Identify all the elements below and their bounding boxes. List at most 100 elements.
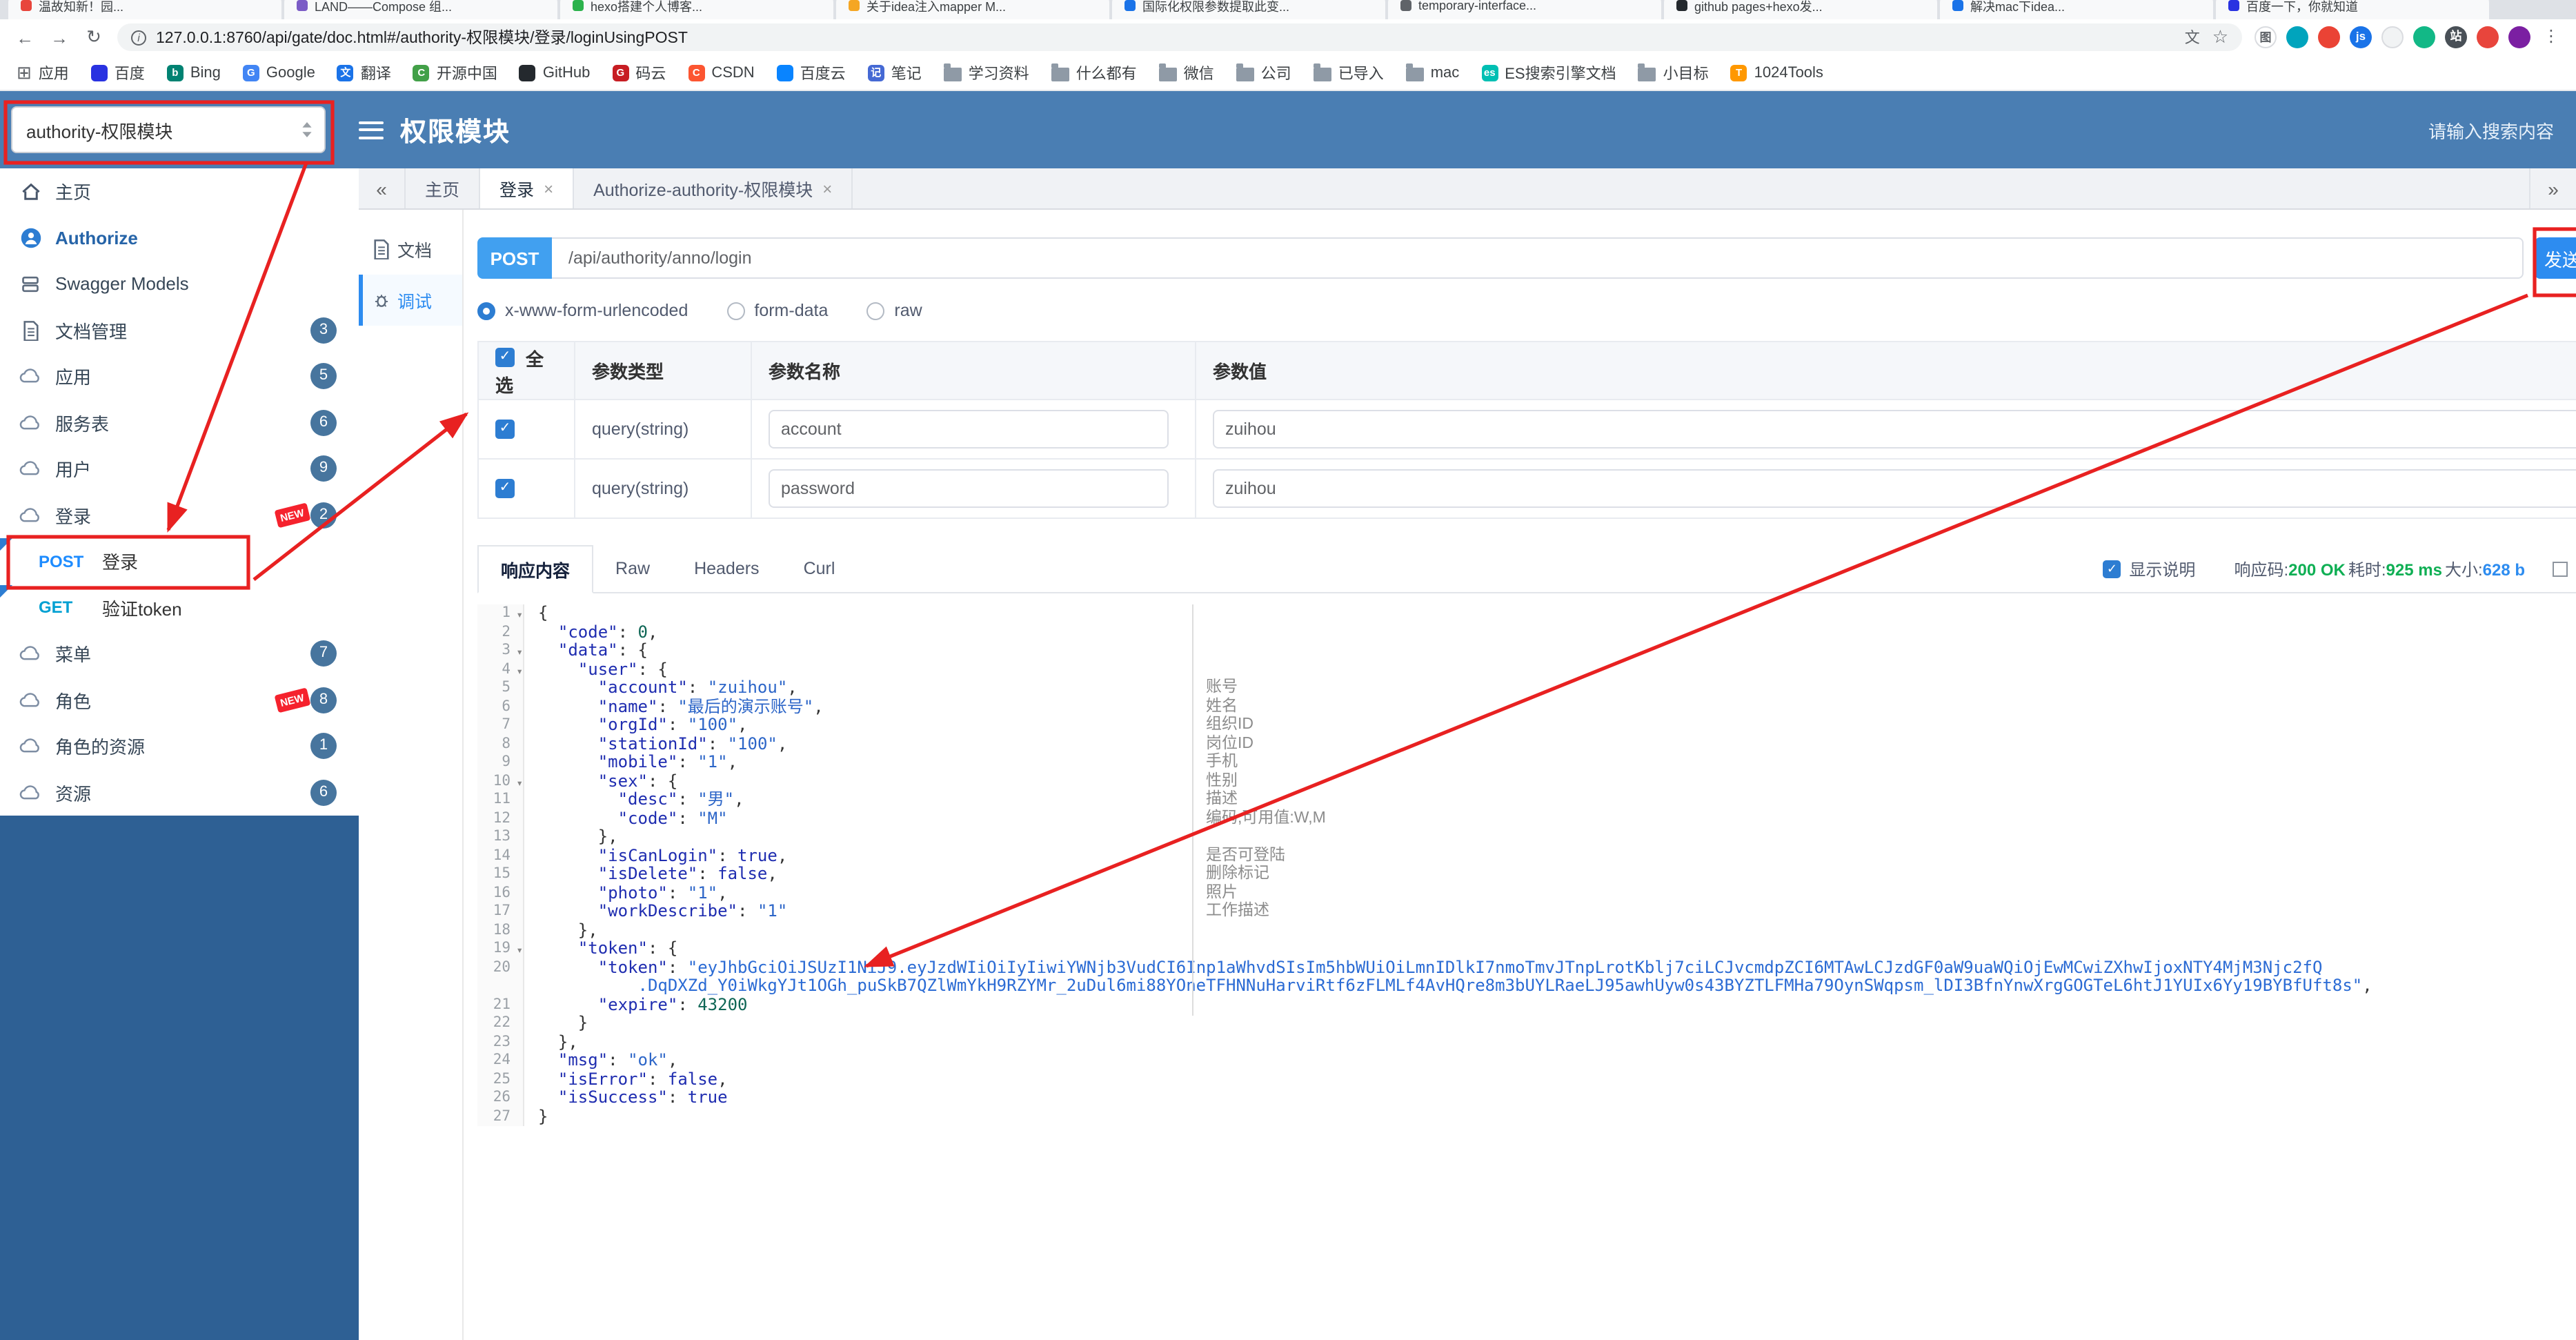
docnav-item-debug[interactable]: 调试	[359, 275, 462, 326]
browser-tab[interactable]: 百度一下，你就知道	[2216, 0, 2489, 19]
close-icon[interactable]: ×	[822, 179, 832, 198]
omnibox[interactable]: i 127.0.0.1:8760/api/gate/doc.html#/auth…	[117, 23, 2242, 51]
browser-tab[interactable]: 解决mac下idea...	[1940, 0, 2213, 19]
bookmark-item[interactable]: 百度云	[776, 61, 846, 83]
menu-kebab-icon[interactable]: ⋮	[2540, 26, 2562, 48]
sidebar-item-operation[interactable]: GET 验证token	[0, 584, 359, 631]
sidebar-item[interactable]: Swagger Models	[0, 261, 359, 307]
sidebar-item[interactable]: 登录 NEW 2	[0, 492, 359, 538]
content-type-option[interactable]: form-data	[726, 301, 828, 320]
fullscreen-icon[interactable]	[2553, 562, 2568, 577]
content-type-option[interactable]: x-www-form-urlencoded	[477, 301, 688, 320]
extension-icon-7[interactable]: 站	[2445, 26, 2467, 48]
content-tab[interactable]: 主页	[406, 168, 481, 208]
response-meta-value: 925 ms	[2386, 560, 2442, 579]
bookmark-item[interactable]: 已导入	[1313, 61, 1384, 83]
content-type-option[interactable]: raw	[866, 301, 922, 320]
sidebar-item[interactable]: 应用 5	[0, 353, 359, 400]
bookmark-item[interactable]: b Bing	[166, 64, 221, 81]
expand-tabs-icon[interactable]: »	[2529, 168, 2576, 208]
bookmark-item[interactable]: T 1024Tools	[1730, 64, 1823, 81]
reload-icon[interactable]: ↻	[83, 26, 105, 48]
extension-icon-3[interactable]	[2318, 26, 2340, 48]
sidebar-item[interactable]: 主页	[0, 168, 359, 215]
bookmark-item[interactable]: 小目标	[1638, 61, 1709, 83]
fold-arrow-icon[interactable]: ▾	[516, 941, 523, 960]
browser-tab[interactable]: LAND——Compose 组...	[284, 0, 557, 19]
code-line: 27}	[477, 1107, 2576, 1126]
fold-arrow-icon[interactable]: ▾	[516, 774, 523, 792]
sidebar-item[interactable]: 服务表 6	[0, 400, 359, 446]
extension-icon-4[interactable]: js	[2350, 26, 2372, 48]
bookmark-item[interactable]: 文翻译	[337, 61, 391, 83]
browser-tab[interactable]: hexo搭建个人博客...	[560, 0, 833, 19]
bookmark-item[interactable]: G 码云	[612, 61, 666, 83]
request-path[interactable]: /api/authority/anno/login	[552, 237, 2524, 279]
bookmark-item[interactable]: C CSDN	[688, 64, 755, 81]
radio-icon[interactable]	[477, 302, 495, 319]
bookmark-item[interactable]: 什么都有	[1051, 61, 1137, 83]
content-tab[interactable]: Authorize-authority-权限模块 ×	[574, 168, 853, 208]
sidebar-item[interactable]: 资源 6	[0, 769, 359, 816]
sidebar-item-operation[interactable]: POST 登录	[0, 538, 359, 584]
bookmark-item[interactable]: 学习资料	[943, 61, 1029, 83]
extension-icon-8[interactable]	[2477, 26, 2499, 48]
browser-tab[interactable]: temporary-interface...	[1388, 0, 1661, 19]
show-desc-checkbox[interactable]: ✓	[2103, 560, 2121, 578]
param-value-input[interactable]	[1213, 410, 2576, 449]
bookmark-item[interactable]: mac	[1405, 63, 1459, 81]
sidebar-item[interactable]: 菜单 7	[0, 631, 359, 677]
bookmark-item[interactable]: 百度	[90, 61, 145, 83]
collapse-tabs-icon[interactable]: «	[359, 168, 406, 208]
response-tab[interactable]: 响应内容	[477, 545, 594, 593]
radio-icon[interactable]	[866, 302, 885, 319]
header-search[interactable]: 请输入搜索内容	[2428, 117, 2554, 143]
browser-tab[interactable]: 关于idea注入mapper M...	[836, 0, 1109, 19]
param-name-input[interactable]	[769, 410, 1169, 449]
page-info-icon[interactable]: i	[131, 30, 146, 45]
content-tab[interactable]: 登录 ×	[480, 168, 575, 208]
translate-icon[interactable]: 文	[2185, 26, 2200, 48]
checkbox-checked-icon[interactable]: ✓	[495, 420, 515, 440]
sidebar-item[interactable]: 角色 NEW 8	[0, 677, 359, 723]
forward-icon[interactable]: →	[48, 27, 70, 48]
browser-tab[interactable]: github pages+hexo发...	[1664, 0, 1937, 19]
fold-arrow-icon[interactable]: ▾	[516, 606, 523, 624]
sidebar-item[interactable]: 角色的资源 1	[0, 723, 359, 769]
extension-icon-1[interactable]: 图	[2255, 26, 2277, 48]
bookmark-item[interactable]: G Google	[242, 64, 315, 81]
extension-icon-2[interactable]	[2286, 26, 2308, 48]
bookmark-item[interactable]: GitHub	[519, 64, 590, 81]
docnav-item-document[interactable]: 文档	[359, 224, 462, 275]
extension-icon-6[interactable]	[2413, 26, 2435, 48]
bookmark-item[interactable]: C 开源中国	[413, 61, 497, 83]
select-all-checkbox[interactable]: ✓	[495, 348, 515, 367]
radio-icon[interactable]	[726, 302, 745, 319]
back-icon[interactable]: ←	[14, 27, 36, 48]
group-select[interactable]: authority-权限模块	[11, 106, 326, 153]
response-tab[interactable]: Raw	[593, 545, 672, 592]
profile-avatar[interactable]	[2508, 26, 2530, 48]
bookmark-item[interactable]: ⊞ 应用	[17, 61, 69, 83]
browser-tab[interactable]: 国际化权限参数提取此变...	[1112, 0, 1385, 19]
sidebar-item[interactable]: Authorize	[0, 215, 359, 261]
menu-toggle-icon[interactable]	[359, 116, 384, 144]
fold-arrow-icon[interactable]: ▾	[516, 662, 523, 680]
browser-tab[interactable]: 温故知新！园...	[8, 0, 281, 19]
response-tab[interactable]: Headers	[672, 545, 782, 592]
bookmark-item[interactable]: 记笔记	[867, 61, 922, 83]
param-name-input[interactable]	[769, 469, 1169, 508]
bookmark-item[interactable]: es ES搜索引擎文档	[1481, 61, 1616, 83]
checkbox-checked-icon[interactable]: ✓	[495, 479, 515, 499]
bookmark-star-icon[interactable]: ☆	[2212, 26, 2228, 48]
response-tab[interactable]: Curl	[782, 545, 858, 592]
extension-icon-5[interactable]	[2381, 26, 2404, 48]
param-value-input[interactable]	[1213, 469, 2576, 508]
sidebar-item[interactable]: 文档管理 3	[0, 307, 359, 353]
bookmark-item[interactable]: 微信	[1158, 61, 1214, 83]
sidebar-item[interactable]: 用户 9	[0, 446, 359, 492]
fold-arrow-icon[interactable]: ▾	[516, 643, 523, 662]
close-icon[interactable]: ×	[544, 179, 553, 198]
send-button[interactable]: 发送	[2535, 237, 2576, 279]
bookmark-item[interactable]: 公司	[1236, 61, 1291, 83]
